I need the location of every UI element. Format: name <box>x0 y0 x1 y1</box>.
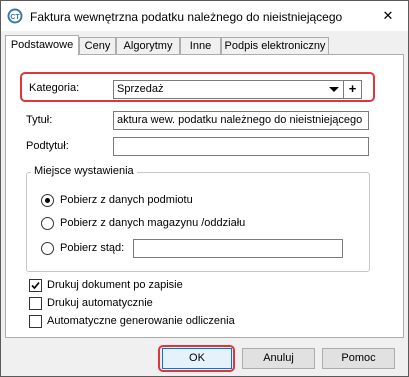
radio-pobierz-z-magazynu[interactable] <box>41 217 54 230</box>
dialog-window: CT Faktura wewnętrzna podatku należnego … <box>0 0 409 377</box>
add-kategoria-button[interactable]: + <box>343 80 362 99</box>
radio-selected-dot <box>45 198 50 203</box>
ok-button[interactable]: OK <box>162 348 232 369</box>
tytul-label: Tytuł: <box>26 114 53 126</box>
checkbox-drukuj-po-zapisie-label[interactable]: Drukuj dokument po zapisie <box>47 279 183 291</box>
tytul-input[interactable]: aktura wew. podatku należnego do nieistn… <box>113 111 369 130</box>
help-button[interactable]: Pomoc <box>322 348 395 369</box>
checkbox-drukuj-automatycznie-label[interactable]: Drukuj automatycznie <box>47 297 153 309</box>
radio-pobierz-z-magazynu-label[interactable]: Pobierz z danych magazynu /oddziału <box>60 217 245 229</box>
radio-pobierz-stad-label[interactable]: Pobierz stąd: <box>60 242 124 254</box>
checkmark-icon <box>31 281 40 290</box>
checkbox-drukuj-automatycznie[interactable] <box>29 297 42 310</box>
tab-podstawowe[interactable]: Podstawowe <box>5 35 79 55</box>
tab-algorytmy[interactable]: Algorytmy <box>116 37 180 54</box>
tab-ceny[interactable]: Ceny <box>79 37 116 54</box>
close-button[interactable]: ✕ <box>377 7 399 25</box>
svg-text:CT: CT <box>10 14 20 21</box>
chevron-down-icon <box>329 87 339 92</box>
kategoria-select[interactable]: Sprzedaż <box>113 80 344 99</box>
app-icon: CT <box>7 8 23 24</box>
radio-pobierz-stad[interactable] <box>41 242 54 255</box>
close-icon: ✕ <box>382 8 394 23</box>
pobierz-stad-input[interactable] <box>133 239 343 258</box>
podtytul-label: Podtytuł: <box>26 140 69 152</box>
kategoria-label: Kategoria: <box>29 82 80 94</box>
miejsce-wystawienia-title: Miejsce wystawienia <box>31 165 137 177</box>
checkbox-auto-odliczenie-label[interactable]: Automatyczne generowanie odliczenia <box>47 315 235 327</box>
tab-podpis-elektroniczny[interactable]: Podpis elektroniczny <box>221 37 329 54</box>
kategoria-value: Sprzedaż <box>117 83 164 95</box>
podtytul-input[interactable] <box>113 137 369 156</box>
tab-inne[interactable]: Inne <box>180 37 221 54</box>
radio-pobierz-z-podmiotu[interactable] <box>41 194 54 207</box>
checkbox-auto-odliczenie[interactable] <box>29 315 42 328</box>
checkbox-drukuj-po-zapisie[interactable] <box>29 279 42 292</box>
radio-pobierz-z-podmiotu-label[interactable]: Pobierz z danych podmiotu <box>60 194 193 206</box>
tab-panel-podstawowe: Kategoria: Sprzedaż + Tytuł: aktura wew.… <box>5 54 404 338</box>
window-title: Faktura wewnętrzna podatku należnego do … <box>30 10 343 24</box>
title-bar[interactable]: CT Faktura wewnętrzna podatku należnego … <box>1 1 408 31</box>
cancel-button[interactable]: Anuluj <box>242 348 315 369</box>
